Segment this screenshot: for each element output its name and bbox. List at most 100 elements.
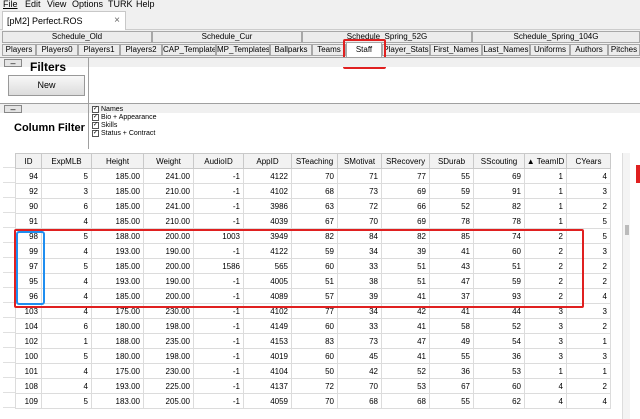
grid-cell[interactable]: 109	[15, 393, 42, 409]
grid-cell[interactable]: 91	[15, 213, 42, 229]
grid-cell[interactable]: 102	[15, 333, 42, 349]
grid-cell[interactable]: 71	[337, 168, 382, 184]
row-header[interactable]	[3, 378, 15, 393]
grid-cell[interactable]: 188.00	[91, 333, 144, 349]
grid-cell[interactable]: 70	[337, 378, 382, 394]
tab-cap-templates[interactable]: CAP_Templates	[162, 44, 216, 56]
checkbox-checked-icon[interactable]: ✓	[92, 106, 99, 113]
grid-cell[interactable]: 68	[381, 393, 430, 409]
tab-schedule-old[interactable]: Schedule_Old	[2, 31, 152, 43]
grid-cell[interactable]: 67	[291, 213, 338, 229]
grid-cell[interactable]: 41	[381, 318, 430, 334]
grid-cell[interactable]: 52	[381, 363, 430, 379]
grid-cell[interactable]: 58	[429, 318, 474, 334]
grid-cell[interactable]: 4102	[243, 183, 292, 199]
tab-player-stats[interactable]: Player_Stats	[382, 44, 430, 56]
table-row[interactable]: 100 5 180.00 198.00 -1 4019 60 45 41 55 36 3 3	[15, 348, 611, 364]
grid-cell[interactable]: 4153	[243, 333, 292, 349]
grid-cell[interactable]: 225.00	[143, 378, 194, 394]
grid-cell[interactable]: 90	[15, 198, 42, 214]
grid-cell[interactable]: 69	[381, 183, 430, 199]
tab-uniforms[interactable]: Uniforms	[530, 44, 570, 56]
document-tab[interactable]: [pM2] Perfect.ROS ×	[2, 11, 126, 30]
tab-players0[interactable]: Players0	[36, 44, 78, 56]
column-header-8[interactable]: SRecovery	[381, 153, 430, 169]
grid-cell[interactable]: 52	[429, 198, 474, 214]
grid-cell[interactable]: 4122	[243, 168, 292, 184]
grid-cell[interactable]: 205.00	[143, 393, 194, 409]
grid-cell[interactable]: 4059	[243, 393, 292, 409]
grid-cell[interactable]: 183.00	[91, 393, 144, 409]
tab-pitches[interactable]: Pitches	[608, 44, 640, 56]
grid-cell[interactable]: 3	[524, 318, 567, 334]
row-header[interactable]	[3, 183, 15, 198]
grid-cell[interactable]: 4	[41, 213, 92, 229]
row-header[interactable]	[3, 333, 15, 348]
grid-cell[interactable]: 55	[429, 168, 474, 184]
grid-cell[interactable]: 3986	[243, 198, 292, 214]
grid-cell[interactable]: 52	[473, 318, 525, 334]
grid-cell[interactable]: 1	[524, 198, 567, 214]
grid-cell[interactable]: 6	[41, 318, 92, 334]
column-filter-collapse-button[interactable]: –	[4, 105, 22, 114]
tab-schedule-cur[interactable]: Schedule_Cur	[152, 31, 302, 43]
menu-view[interactable]: View	[47, 0, 66, 9]
row-header[interactable]	[3, 348, 15, 363]
grid-cell[interactable]: 210.00	[143, 183, 194, 199]
grid-cell[interactable]: 92	[15, 183, 42, 199]
column-header-3[interactable]: Weight	[143, 153, 194, 169]
grid-cell[interactable]: -1	[193, 348, 244, 364]
grid-cell[interactable]: 72	[291, 378, 338, 394]
grid-cell[interactable]: 3	[566, 183, 611, 199]
grid-cell[interactable]: 78	[429, 213, 474, 229]
grid-cell[interactable]: 4149	[243, 318, 292, 334]
new-filter-button[interactable]: New	[8, 75, 85, 96]
tab-authors[interactable]: Authors	[570, 44, 608, 56]
column-filter-option[interactable]: ✓ Names	[92, 106, 156, 114]
grid-cell[interactable]: 62	[473, 393, 525, 409]
grid-cell[interactable]: 83	[291, 333, 338, 349]
grid-cell[interactable]: 241.00	[143, 168, 194, 184]
row-header[interactable]	[3, 318, 15, 333]
grid-cell[interactable]: 175.00	[91, 363, 144, 379]
grid-cell[interactable]: 1	[524, 168, 567, 184]
grid-cell[interactable]: 6	[41, 198, 92, 214]
grid-cell[interactable]: 70	[337, 213, 382, 229]
grid-cell[interactable]: 3	[566, 348, 611, 364]
row-header[interactable]	[3, 393, 15, 408]
column-header-10[interactable]: SScouting	[473, 153, 525, 169]
table-row[interactable]: 101 4 175.00 230.00 -1 4104 50 42 52 36 53 1 1	[15, 363, 611, 379]
column-header-11[interactable]: ▲ TeamID	[524, 153, 567, 169]
row-header[interactable]	[3, 363, 15, 378]
grid-cell[interactable]: 72	[337, 198, 382, 214]
row-header[interactable]	[3, 213, 15, 228]
grid-cell[interactable]: 77	[381, 168, 430, 184]
grid-cell[interactable]: 100	[15, 348, 42, 364]
grid-cell[interactable]: 47	[381, 333, 430, 349]
row-header[interactable]	[3, 198, 15, 213]
column-header-2[interactable]: Height	[91, 153, 144, 169]
table-row[interactable]: 109 5 183.00 205.00 -1 4059 70 68 68 55 62 4 4	[15, 393, 611, 409]
grid-cell[interactable]: 3	[41, 183, 92, 199]
grid-cell[interactable]: 53	[473, 363, 525, 379]
grid-cell[interactable]: 60	[473, 378, 525, 394]
grid-cell[interactable]: 60	[291, 348, 338, 364]
grid-cell[interactable]: 4019	[243, 348, 292, 364]
grid-cell[interactable]: 180.00	[91, 348, 144, 364]
grid-cell[interactable]: 42	[337, 363, 382, 379]
grid-cell[interactable]: 4104	[243, 363, 292, 379]
grid-cell[interactable]: 185.00	[91, 183, 144, 199]
grid-cell[interactable]: 70	[291, 168, 338, 184]
checkbox-checked-icon[interactable]: ✓	[92, 130, 99, 137]
grid-cell[interactable]: 193.00	[91, 378, 144, 394]
grid-cell[interactable]: 5	[566, 213, 611, 229]
grid-cell[interactable]: 5	[41, 393, 92, 409]
column-header-7[interactable]: SMotivat	[337, 153, 382, 169]
grid-cell[interactable]: -1	[193, 363, 244, 379]
row-header[interactable]	[3, 168, 15, 183]
grid-cell[interactable]: 235.00	[143, 333, 194, 349]
grid-cell[interactable]: 3	[524, 333, 567, 349]
grid-cell[interactable]: 1	[566, 363, 611, 379]
grid-cell[interactable]: 70	[291, 393, 338, 409]
grid-cell[interactable]: 55	[429, 348, 474, 364]
